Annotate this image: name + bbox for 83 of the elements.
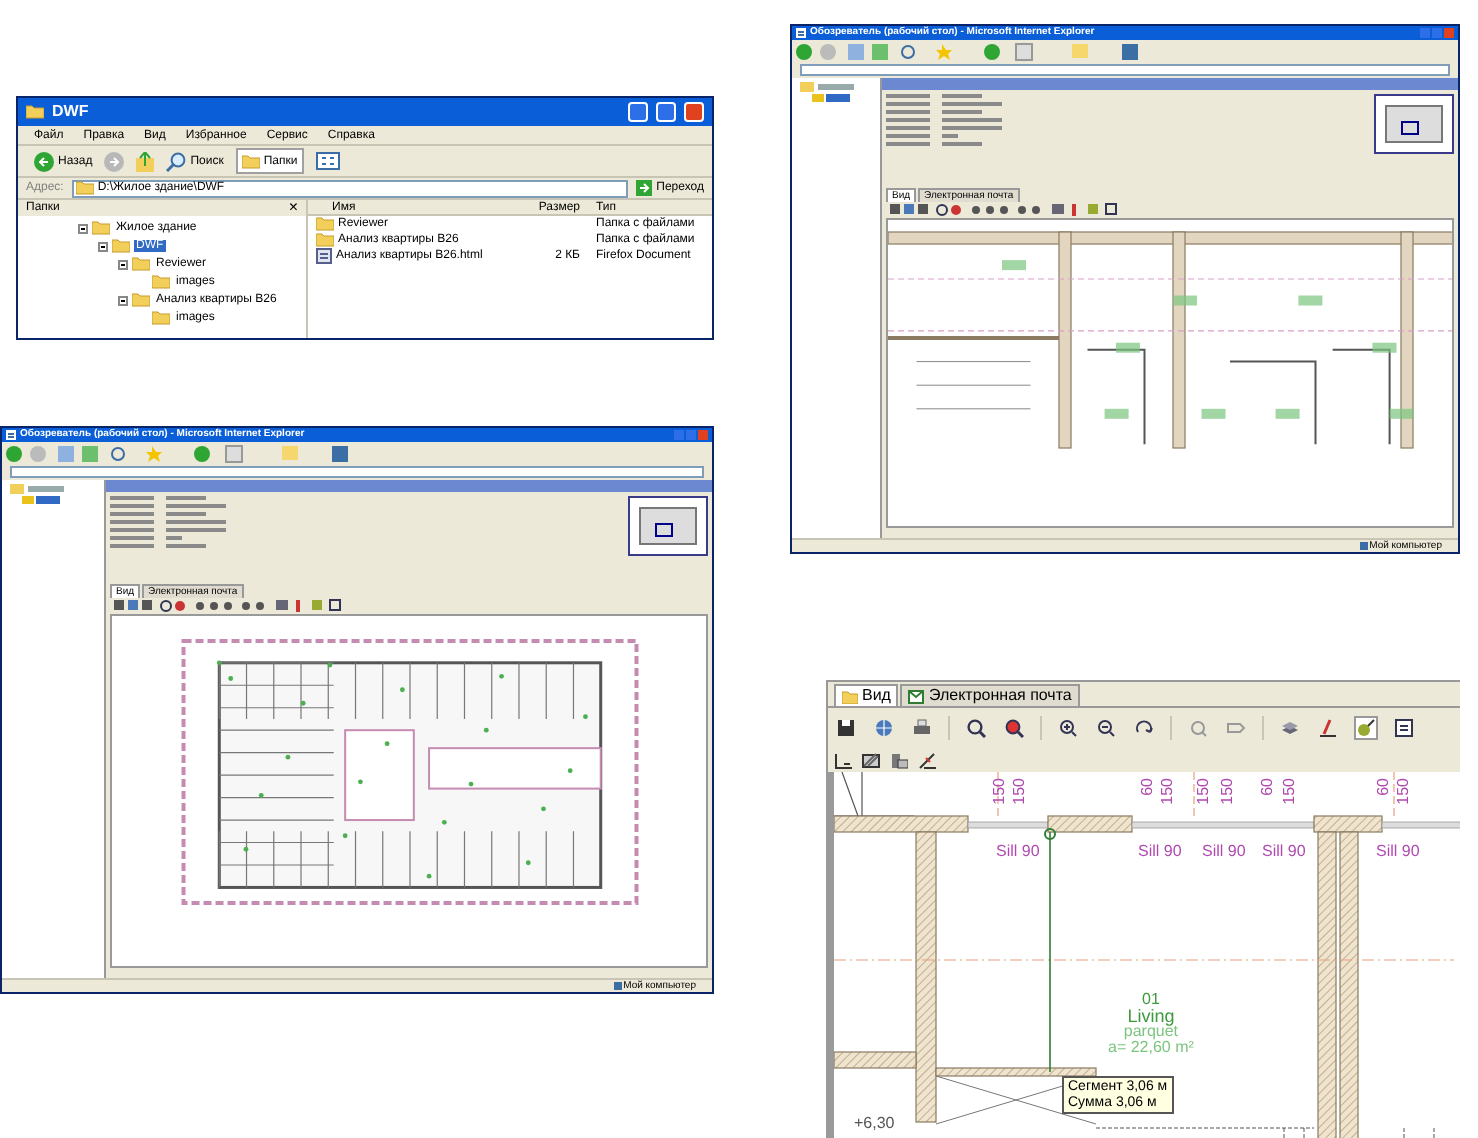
pen-icon — [1318, 718, 1338, 738]
document-icon — [316, 248, 332, 264]
toolbar-button[interactable] — [1354, 716, 1378, 740]
back-arrow-icon — [34, 151, 54, 171]
toolbar-button[interactable] — [918, 750, 938, 770]
sill-label: Sill 90 — [1202, 844, 1246, 860]
hatch-icon — [862, 751, 880, 769]
forward-arrow-icon — [104, 151, 125, 171]
search-icon — [166, 151, 187, 171]
layer-stack-icon — [890, 751, 908, 769]
maximize-button[interactable] — [656, 102, 676, 122]
toolbar-button[interactable] — [890, 750, 910, 770]
properties-text-drawing — [110, 496, 230, 552]
previous-view-icon — [1188, 718, 1208, 738]
toolbar-button[interactable] — [1316, 716, 1340, 740]
tab[interactable]: Электронная почта — [900, 684, 1080, 706]
zoom-window-icon — [966, 718, 986, 738]
floor-finish: parquet — [1123, 1024, 1179, 1040]
tree-item-icon — [6, 484, 66, 504]
address-field[interactable] — [800, 64, 1450, 76]
minimize-button[interactable] — [628, 102, 648, 122]
rotate-icon — [1134, 718, 1154, 738]
toolbar-button[interactable] — [1094, 716, 1118, 740]
toolbar-button[interactable] — [1056, 716, 1080, 740]
room-area: a= 22,60 m² — [1108, 1040, 1194, 1056]
folder-icon — [842, 689, 858, 703]
room-name: Living — [1127, 1008, 1175, 1024]
dimension-label: 150 — [1396, 778, 1412, 805]
globe-icon — [874, 718, 894, 738]
zoom-out-icon — [1096, 718, 1116, 738]
view-grid-icon — [315, 152, 340, 170]
plan-thumbnail-drawing — [628, 496, 708, 556]
page-icon — [6, 430, 16, 440]
printer-icon — [912, 718, 932, 738]
address-field[interactable] — [10, 466, 704, 478]
page-icon — [796, 28, 806, 38]
window-buttons-icon — [674, 430, 708, 440]
up-folder-icon — [136, 151, 155, 171]
properties-text-drawing — [886, 94, 1006, 150]
toolbar-button[interactable] — [1002, 716, 1026, 740]
layers-icon — [1280, 718, 1300, 738]
folder-icon — [26, 104, 44, 120]
window-title: DWF — [52, 104, 89, 120]
room-number: 01 — [1142, 992, 1160, 1008]
select-icon — [834, 751, 852, 769]
sill-label: Sill 90 — [1138, 844, 1182, 860]
toolbar-button[interactable] — [834, 750, 854, 770]
tree-item-icon — [796, 82, 856, 102]
toolbar-button[interactable] — [862, 750, 882, 770]
level-mark: +6,30 — [854, 1116, 895, 1132]
computer-icon — [613, 982, 622, 990]
folder-icon — [75, 180, 94, 196]
sill-label: Sill 90 — [1376, 844, 1420, 860]
zoom-extents-icon — [1004, 718, 1024, 738]
go-arrow-icon — [636, 180, 653, 196]
sill-label: Sill 90 — [996, 844, 1040, 860]
dimension-label: 150 — [1012, 778, 1028, 805]
plan-thumbnail-drawing — [1374, 94, 1454, 154]
dimension-label: 60 — [1376, 778, 1392, 796]
sill-label: Sill 90 — [1262, 844, 1306, 860]
dimension-label: 150 — [992, 778, 1008, 805]
dimension-label: 150 — [1160, 778, 1176, 805]
toolbar-button[interactable] — [1392, 716, 1416, 740]
dimension-label: 150 — [1282, 778, 1298, 805]
close-pane-button[interactable]: × — [288, 200, 298, 216]
zoom-in-icon — [1058, 718, 1078, 738]
tab[interactable]: Вид — [834, 684, 899, 706]
folder-icon — [241, 153, 260, 169]
dimension-label: 60 — [1260, 778, 1276, 796]
save-icon — [836, 718, 856, 738]
ruler-icon — [918, 751, 936, 769]
next-view-icon — [1226, 718, 1246, 738]
properties-icon — [1394, 718, 1414, 738]
dimension-label: 60 — [1140, 778, 1156, 796]
toolbar-button[interactable] — [834, 716, 858, 740]
computer-icon — [1359, 542, 1368, 550]
dimension-label: 150 — [1196, 778, 1212, 805]
envelope-icon — [908, 689, 925, 703]
toolbar-button[interactable] — [964, 716, 988, 740]
window-buttons-icon — [1420, 28, 1454, 38]
measure-icon — [1356, 718, 1376, 738]
close-button[interactable] — [684, 102, 704, 122]
dimension-label: 150 — [1220, 778, 1236, 805]
